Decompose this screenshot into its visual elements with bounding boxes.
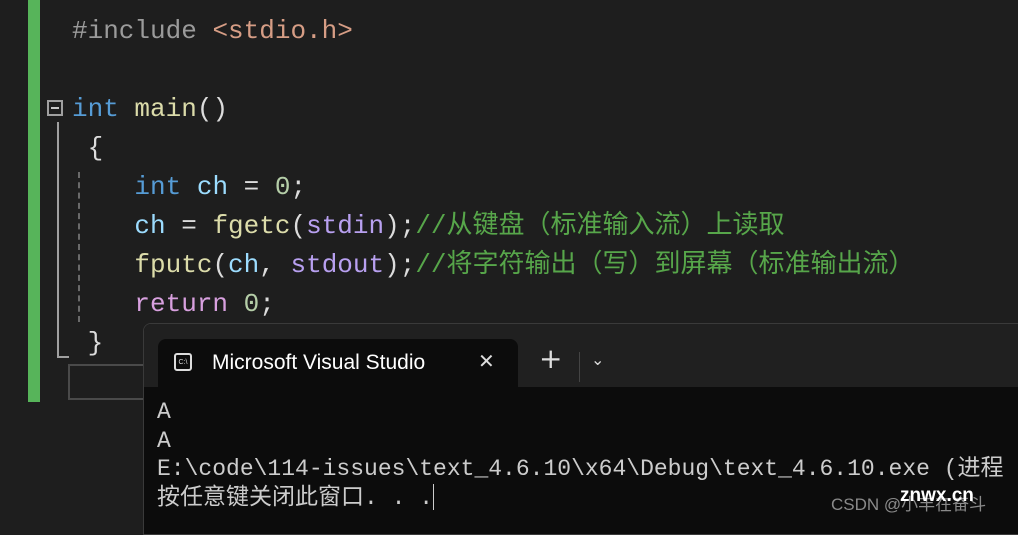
divider: [579, 352, 580, 382]
code-token: );: [384, 250, 416, 280]
code-line: {: [72, 129, 915, 168]
code-token: (): [196, 94, 229, 124]
code-line: #include <stdio.h>: [72, 12, 915, 51]
code-token: fgetc: [212, 211, 291, 241]
code-token: 0: [243, 289, 260, 319]
code-token: stdout: [290, 250, 385, 280]
new-tab-button[interactable]: +: [539, 342, 562, 375]
code-line: int ch = 0;: [72, 168, 915, 207]
code-token: ,: [259, 250, 291, 280]
code-token: {: [72, 133, 104, 163]
collapse-toggle-icon[interactable]: [47, 100, 63, 116]
code-token: <stdio.h>: [212, 16, 353, 46]
code-token: fputc: [134, 250, 213, 280]
code-token: ch: [196, 172, 229, 202]
fold-line-end: [57, 356, 69, 358]
code-token: 0: [274, 172, 291, 202]
tab-title: Microsoft Visual Studio: [212, 351, 426, 374]
code-token: }: [72, 328, 104, 358]
code-token: ;: [259, 289, 275, 319]
code-line: return 0;: [72, 285, 915, 324]
code-token: return: [134, 289, 229, 319]
code-token: ;: [290, 172, 307, 202]
terminal-tab[interactable]: C:\ Microsoft Visual Studio ✕: [158, 339, 518, 389]
chevron-down-icon[interactable]: ⌄: [591, 350, 604, 369]
code-line: fputc(ch, stdout);//将字符输出（写）到屏幕（标准输出流）: [72, 246, 915, 285]
text-cursor: [433, 484, 435, 511]
output-line-text: 按任意键关闭此窗口. . .: [157, 484, 434, 511]
fold-line: [57, 122, 59, 358]
code-editor[interactable]: #include <stdio.h> int main() { int ch = …: [72, 12, 915, 363]
code-line: int main(): [72, 90, 915, 129]
code-line: ch = fgetc(stdin);//从键盘（标准输入流）上读取: [72, 207, 915, 246]
code-token: (: [212, 250, 229, 280]
code-token: int: [72, 94, 119, 124]
code-token: ch: [134, 211, 166, 241]
code-token: #include: [72, 16, 213, 46]
site-watermark: znwx.cn: [900, 485, 974, 506]
change-indicator-bar: [28, 0, 40, 402]
output-line: A: [157, 427, 171, 454]
code-token: //从键盘（标准输入流）上读取: [415, 211, 785, 241]
code-token: (: [290, 211, 307, 241]
code-token: //将字符输出（写）到屏幕（标准输出流）: [415, 250, 915, 280]
close-tab-button[interactable]: ✕: [478, 349, 495, 374]
code-token: =: [165, 211, 213, 241]
code-token: int: [134, 172, 182, 202]
output-line: A: [157, 399, 171, 425]
code-token: main: [134, 94, 197, 124]
code-token: =: [228, 172, 275, 202]
output-line: E:\code\114-issues\text_4.6.10\x64\Debug…: [157, 456, 1004, 482]
code-token: ch: [228, 250, 260, 280]
console-icon: C:\: [174, 353, 192, 371]
code-token: );: [384, 211, 416, 241]
code-token: stdin: [306, 211, 385, 241]
terminal-tab-bar: C:\ Microsoft Visual Studio ✕ + ⌄: [144, 324, 1018, 389]
collapsed-region: [68, 364, 148, 400]
